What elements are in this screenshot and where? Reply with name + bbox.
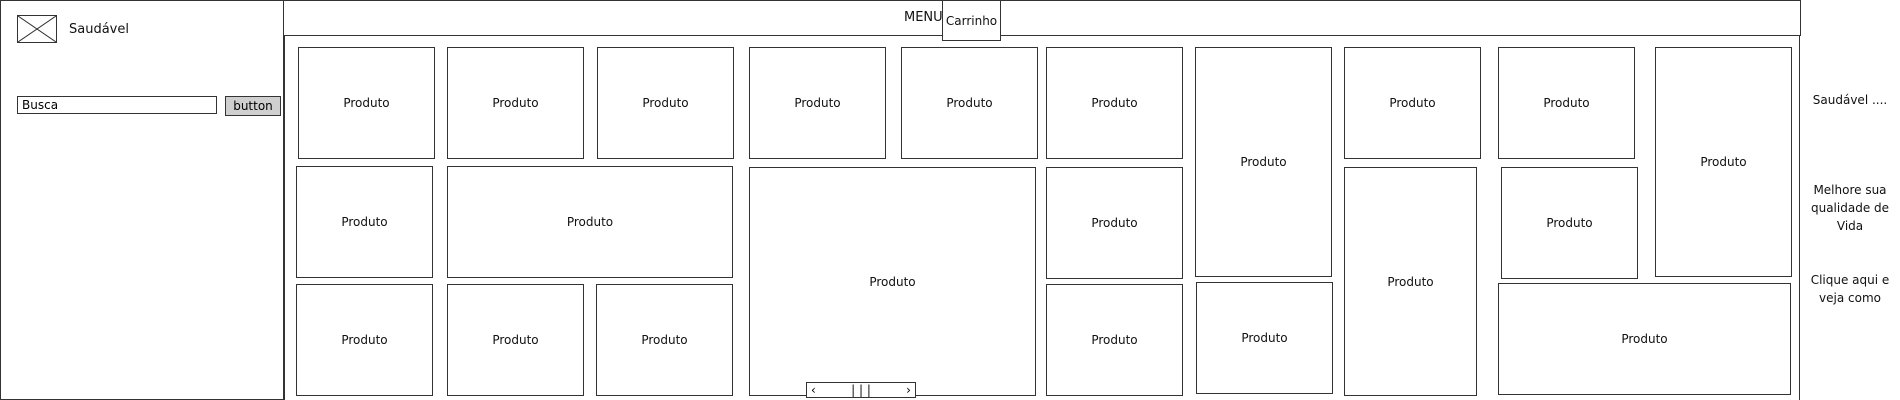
product-card[interactable]: Produto (901, 47, 1038, 159)
product-card[interactable]: Produto (447, 166, 733, 278)
cart-button[interactable]: Carrinho (942, 0, 1001, 41)
product-card[interactable]: Produto (447, 47, 584, 159)
product-card[interactable]: Produto (1498, 283, 1791, 395)
top-menu-bar: MENU (283, 0, 1801, 36)
panel-title: Saudável .... (1812, 93, 1888, 107)
panel-tagline-line-3: Vida (1836, 219, 1864, 233)
panel-tagline-line-1: Melhore sua (1813, 183, 1887, 197)
product-card[interactable]: Produto (1498, 47, 1635, 159)
left-sidebar: Saudável button (0, 0, 284, 400)
product-card[interactable]: Produto (296, 166, 433, 278)
product-card[interactable]: Produto (1344, 47, 1481, 159)
chevron-left-icon[interactable]: ‹ (811, 383, 816, 397)
product-card[interactable]: Produto (1046, 47, 1183, 159)
product-card[interactable]: Produto (1501, 167, 1638, 279)
panel-cta-line-2[interactable]: veja como (1800, 289, 1900, 307)
panel-cta-line-1[interactable]: Clique aqui e (1800, 271, 1900, 289)
right-info-panel: Saudável .... Melhore sua qualidade de V… (1800, 0, 1900, 400)
product-card[interactable]: Produto (596, 284, 733, 396)
carousel-pager: ‹ | | | › (806, 382, 916, 398)
logo-placeholder-icon (17, 15, 57, 43)
product-card[interactable]: Produto (1196, 282, 1333, 394)
menu-link[interactable]: MENU (904, 10, 943, 25)
search-input[interactable] (17, 96, 217, 114)
search-button[interactable]: button (225, 96, 281, 116)
product-card[interactable]: Produto (1344, 167, 1477, 396)
product-card[interactable]: Produto (749, 167, 1036, 396)
pager-indicator[interactable]: | | | (851, 383, 871, 397)
product-card[interactable]: Produto (447, 284, 584, 396)
product-card[interactable]: Produto (1195, 47, 1332, 277)
product-card[interactable]: Produto (597, 47, 734, 159)
product-card[interactable]: Produto (1046, 284, 1183, 396)
product-card[interactable]: Produto (296, 284, 433, 396)
chevron-right-icon[interactable]: › (906, 383, 911, 397)
product-card[interactable]: Produto (1046, 167, 1183, 279)
product-card[interactable]: Produto (298, 47, 435, 159)
brand-name: Saudável (69, 22, 129, 37)
product-card[interactable]: Produto (749, 47, 886, 159)
panel-tagline-line-2: qualidade de (1810, 201, 1890, 215)
product-card[interactable]: Produto (1655, 47, 1792, 277)
